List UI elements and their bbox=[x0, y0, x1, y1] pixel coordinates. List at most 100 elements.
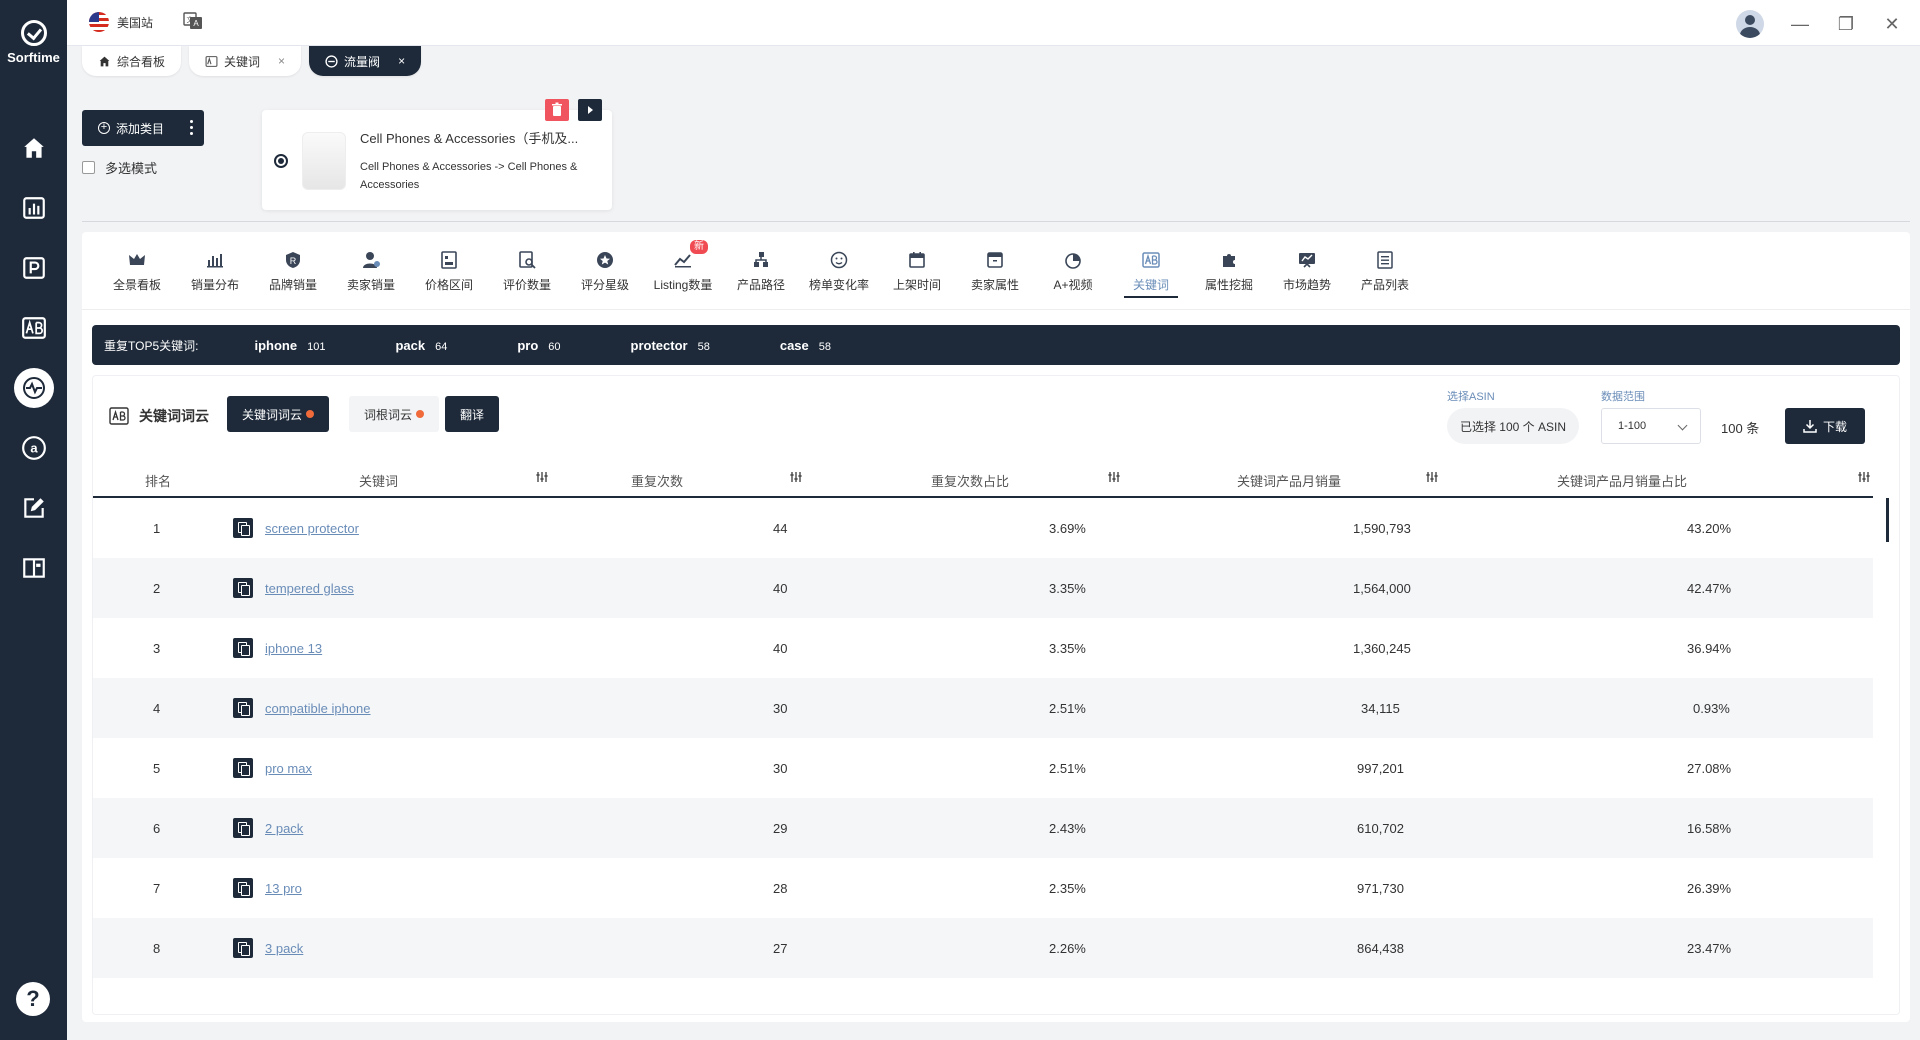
tab-label: 关键词 bbox=[224, 54, 261, 69]
copy-icon[interactable] bbox=[233, 518, 253, 538]
func-rank-change[interactable]: 榜单变化率 bbox=[804, 250, 874, 293]
copy-icon[interactable] bbox=[233, 638, 253, 658]
func-panorama[interactable]: 全景看板 bbox=[102, 250, 172, 293]
download-button[interactable]: 下载 bbox=[1785, 408, 1865, 444]
table-row[interactable]: 5 pro max 30 2.51% 997,201 27.08% bbox=[93, 738, 1873, 798]
header-keyword[interactable]: 关键词 bbox=[359, 471, 398, 490]
translate-icon[interactable]: A文 bbox=[183, 12, 203, 30]
keyword-link[interactable]: 3 pack bbox=[265, 941, 303, 956]
func-brand-sales[interactable]: R 品牌销量 bbox=[258, 250, 328, 293]
multi-select-checkbox[interactable] bbox=[82, 161, 95, 174]
keyword-cloud-button[interactable]: 关键词词云 bbox=[227, 396, 330, 432]
func-seller-sales[interactable]: 卖家销量 bbox=[336, 250, 406, 293]
tab-close-icon[interactable]: × bbox=[398, 54, 405, 68]
copy-icon[interactable] bbox=[233, 698, 253, 718]
tab-keyword[interactable]: 关键词 × bbox=[189, 46, 302, 76]
category-card[interactable]: Cell Phones & Accessories（手机及... Cell Ph… bbox=[262, 110, 612, 210]
sidebar-item-edit[interactable] bbox=[0, 478, 67, 538]
header-rank[interactable]: 排名 bbox=[145, 471, 171, 490]
keyword-link[interactable]: 13 pro bbox=[265, 881, 302, 896]
func-attr-mining[interactable]: 属性挖掘 bbox=[1194, 250, 1264, 293]
keyword-link[interactable]: iphone 13 bbox=[265, 641, 322, 656]
header-repeat-ratio[interactable]: 重复次数占比 bbox=[931, 471, 1009, 490]
column-filter-icon[interactable] bbox=[535, 470, 549, 484]
sidebar-item-book[interactable] bbox=[0, 538, 67, 598]
tab-dashboard[interactable]: 综合看板 bbox=[82, 46, 182, 76]
cell-repeat-ratio: 3.35% bbox=[1049, 581, 1086, 596]
sidebar-item-chart[interactable] bbox=[0, 178, 67, 238]
cell-rank: 8 bbox=[153, 941, 161, 956]
header-repeat[interactable]: 重复次数 bbox=[631, 471, 683, 490]
copy-icon[interactable] bbox=[233, 938, 253, 958]
range-select[interactable]: 1-100 bbox=[1601, 408, 1701, 444]
keyword-link[interactable]: compatible iphone bbox=[265, 701, 371, 716]
play-button[interactable] bbox=[578, 99, 602, 121]
copy-icon[interactable] bbox=[233, 758, 253, 778]
info-icon[interactable] bbox=[416, 410, 425, 418]
sidebar-item-home[interactable] bbox=[0, 118, 67, 178]
table-row[interactable]: 2 tempered glass 40 3.35% 1,564,000 42.4… bbox=[93, 558, 1873, 618]
sidebar-item-keyword[interactable] bbox=[0, 298, 67, 358]
tab-close-icon[interactable]: × bbox=[278, 54, 285, 68]
panorama-icon bbox=[129, 254, 145, 265]
table-row[interactable]: 3 iphone 13 40 3.35% 1,360,245 36.94% bbox=[93, 618, 1873, 678]
sidebar-item-traffic[interactable] bbox=[0, 358, 67, 418]
cell-rank: 2 bbox=[153, 581, 161, 596]
func-rating[interactable]: 评分星级 bbox=[570, 250, 640, 293]
func-aplus-video[interactable]: A+视频 bbox=[1038, 250, 1108, 293]
close-icon[interactable]: ✕ bbox=[1882, 14, 1902, 34]
asin-selector[interactable]: 已选择 100 个 ASIN bbox=[1447, 408, 1579, 444]
add-category-button[interactable]: + 添加类目 bbox=[82, 110, 204, 146]
info-icon[interactable] bbox=[306, 410, 315, 418]
copy-icon[interactable] bbox=[233, 878, 253, 898]
help-button[interactable]: ? bbox=[16, 982, 50, 1016]
keyword-link[interactable]: 2 pack bbox=[265, 821, 303, 836]
copy-icon[interactable] bbox=[233, 578, 253, 598]
brand-check-icon bbox=[20, 20, 47, 46]
header-sales-ratio[interactable]: 关键词产品月销量占比 bbox=[1557, 471, 1687, 490]
column-filter-icon[interactable] bbox=[1425, 470, 1439, 484]
category-radio[interactable] bbox=[274, 154, 288, 168]
keyword-link[interactable]: pro max bbox=[265, 761, 312, 776]
func-review-count[interactable]: 评价数量 bbox=[492, 250, 562, 293]
multi-select-toggle[interactable]: 多选模式 bbox=[82, 158, 157, 177]
keyword-link[interactable]: screen protector bbox=[265, 521, 359, 536]
keyword-link[interactable]: tempered glass bbox=[265, 581, 354, 596]
brand-logo[interactable]: Sorftime bbox=[0, 20, 67, 65]
translate-button[interactable]: 翻译 bbox=[445, 396, 500, 432]
func-market-trend[interactable]: 市场趋势 bbox=[1272, 250, 1342, 293]
avatar[interactable] bbox=[1736, 10, 1764, 38]
func-seller-attr[interactable]: 卖家属性 bbox=[960, 250, 1030, 293]
func-product-path[interactable]: 产品路径 bbox=[726, 250, 796, 293]
table-scrollbar[interactable] bbox=[1886, 498, 1889, 542]
table-row[interactable]: 6 2 pack 29 2.43% 610,702 16.58% bbox=[93, 798, 1873, 858]
top5-keyword: protector 58 bbox=[631, 338, 710, 353]
tab-traffic[interactable]: 流量阀 × bbox=[309, 46, 422, 76]
root-cloud-button[interactable]: 词根词云 bbox=[349, 396, 440, 432]
column-filter-icon[interactable] bbox=[1107, 470, 1121, 484]
column-filter-icon[interactable] bbox=[1857, 470, 1871, 484]
more-icon[interactable] bbox=[190, 120, 194, 138]
func-sales-dist[interactable]: 销量分布 bbox=[180, 250, 250, 293]
table-row[interactable]: 1 screen protector 44 3.69% 1,590,793 43… bbox=[93, 498, 1873, 558]
box-icon bbox=[987, 252, 1003, 268]
func-launch-time[interactable]: 上架时间 bbox=[882, 250, 952, 293]
minimize-icon[interactable]: — bbox=[1790, 14, 1810, 34]
sidebar-nav: a bbox=[0, 118, 67, 598]
delete-category-button[interactable] bbox=[545, 99, 569, 121]
header-sales[interactable]: 关键词产品月销量 bbox=[1237, 471, 1341, 490]
table-row[interactable]: 7 13 pro 28 2.35% 971,730 26.39% bbox=[93, 858, 1873, 918]
table-row[interactable]: 8 3 pack 27 2.26% 864,438 23.47% bbox=[93, 918, 1873, 978]
star-icon bbox=[597, 252, 613, 268]
site-selector[interactable]: 美国站 bbox=[89, 12, 153, 32]
func-keyword[interactable]: 关键词 bbox=[1116, 250, 1186, 298]
copy-icon[interactable] bbox=[233, 818, 253, 838]
sidebar-item-product[interactable] bbox=[0, 238, 67, 298]
func-product-list[interactable]: 产品列表 bbox=[1350, 250, 1420, 293]
restore-icon[interactable]: ❐ bbox=[1836, 14, 1856, 34]
func-listing-count[interactable]: Listing数量 新 bbox=[648, 240, 718, 293]
sidebar-item-amazon[interactable]: a bbox=[0, 418, 67, 478]
func-price-range[interactable]: 价格区间 bbox=[414, 250, 484, 293]
table-row[interactable]: 4 compatible iphone 30 2.51% 34,115 0.93… bbox=[93, 678, 1873, 738]
column-filter-icon[interactable] bbox=[789, 470, 803, 484]
